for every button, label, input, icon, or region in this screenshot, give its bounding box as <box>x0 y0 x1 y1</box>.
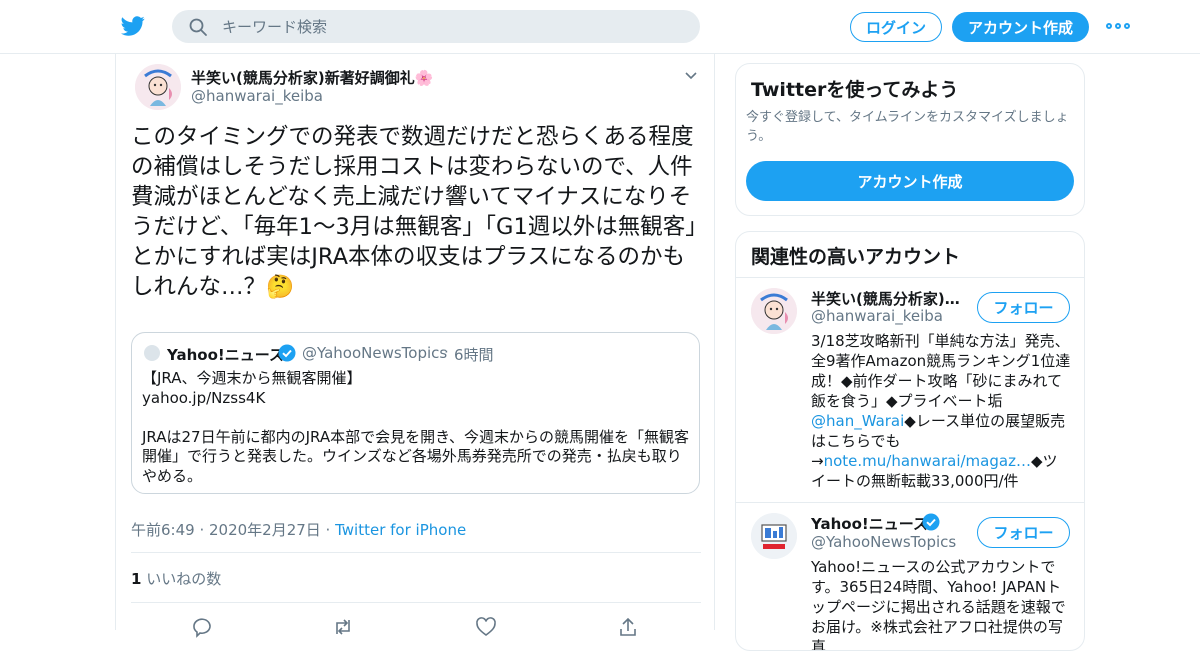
quoted-author-handle: @YahooNewsTopics <box>302 344 448 362</box>
top-navigation-bar: ログイン アカウント作成 <box>0 0 1200 54</box>
quoted-text: 【JRA、今週末から無観客開催】 yahoo.jp/Nzss4K JRAは27日… <box>142 369 690 485</box>
create-account-button[interactable]: アカウント作成 <box>746 161 1074 201</box>
login-button[interactable]: ログイン <box>850 12 942 42</box>
likes-number: 1 <box>131 570 142 588</box>
quoted-author-name: Yahoo!ニュース <box>167 346 284 364</box>
follow-button[interactable]: フォロー <box>977 517 1070 548</box>
avatar[interactable] <box>135 64 181 110</box>
tweet-detail: 半笑い(競馬分析家)新著好調御礼🌸 @hanwarai_keiba このタイミン… <box>115 54 715 638</box>
search-icon <box>189 18 207 36</box>
bio-url-link[interactable]: note.mu/hanwarai/magaz… <box>824 452 1031 470</box>
more-options-icon[interactable] <box>1106 18 1132 34</box>
reply-icon[interactable] <box>191 616 213 638</box>
author-display-name[interactable]: 半笑い(競馬分析家)新著好調御礼🌸 <box>191 67 433 88</box>
signup-prompt-description: 今すぐ登録して、タイムラインをカスタマイズしましょう。 <box>746 110 1069 144</box>
account-name[interactable]: 半笑い(競馬分析家)… <box>811 288 960 309</box>
signup-prompt-card: Twitterを使ってみよう 今すぐ登録して、タイムラインをカスタマイズしましょ… <box>735 63 1085 216</box>
tweet-source-link[interactable]: Twitter for iPhone <box>335 521 466 539</box>
tweet-meta: 午前6:49 · 2020年2月27日 · Twitter for iPhone <box>131 519 466 540</box>
separator-dot: · <box>444 343 449 361</box>
like-heart-icon[interactable] <box>475 616 497 638</box>
divider <box>736 502 1084 503</box>
verified-badge-icon <box>922 513 940 531</box>
divider <box>131 552 701 553</box>
follow-button[interactable]: フォロー <box>977 292 1070 323</box>
likes-count[interactable]: 1 いいねの数 <box>131 568 221 589</box>
avatar[interactable] <box>751 513 797 559</box>
verified-badge-icon <box>278 344 296 362</box>
search-input[interactable] <box>222 17 662 36</box>
account-handle[interactable]: @YahooNewsTopics <box>811 533 956 551</box>
retweet-icon[interactable] <box>332 616 354 638</box>
chevron-down-icon[interactable] <box>684 68 698 82</box>
related-accounts-title: 関連性の高いアカウント <box>751 246 961 268</box>
avatar[interactable] <box>751 288 797 334</box>
likes-label: いいねの数 <box>141 570 222 588</box>
account-name[interactable]: Yahoo!ニュース <box>811 513 928 534</box>
tweet-text: このタイミングでの発表で数週だけだと恐らくある程度の補償はしそうだし採用コストは… <box>131 124 697 300</box>
tweet-timestamp[interactable]: 午前6:49 · 2020年2月27日 · <box>131 521 335 539</box>
divider <box>131 602 701 603</box>
signup-button[interactable]: アカウント作成 <box>952 12 1089 42</box>
quoted-tweet[interactable]: Yahoo!ニュース @YahooNewsTopics · 6時間 【JRA、今… <box>131 332 700 494</box>
account-bio: Yahoo!ニュースの公式アカウントです。365日24時間、Yahoo! JAP… <box>811 558 1066 651</box>
quoted-timestamp: 6時間 <box>454 346 494 364</box>
bio-mention-link[interactable]: @han_Warai <box>811 412 904 430</box>
account-bio: 3/18芝攻略新刊「単純な方法」発売、全9著作Amazon競馬ランキング1位達成… <box>811 331 1071 491</box>
quoted-avatar <box>144 345 160 361</box>
divider <box>736 277 1084 278</box>
related-accounts-card: 関連性の高いアカウント 半笑い(競馬分析家)… @hanwarai_keiba … <box>735 231 1085 651</box>
author-handle[interactable]: @hanwarai_keiba <box>191 87 323 105</box>
account-handle[interactable]: @hanwarai_keiba <box>811 307 943 325</box>
search-bar[interactable] <box>172 10 700 43</box>
tweet-actions <box>191 616 661 638</box>
share-icon[interactable] <box>617 616 639 638</box>
twitter-bird-logo-icon[interactable] <box>120 14 146 38</box>
signup-prompt-title: Twitterを使ってみよう <box>751 79 959 101</box>
bio-text: 3/18芝攻略新刊「単純な方法」発売、全9著作Amazon競馬ランキング1位達成… <box>811 332 1071 410</box>
